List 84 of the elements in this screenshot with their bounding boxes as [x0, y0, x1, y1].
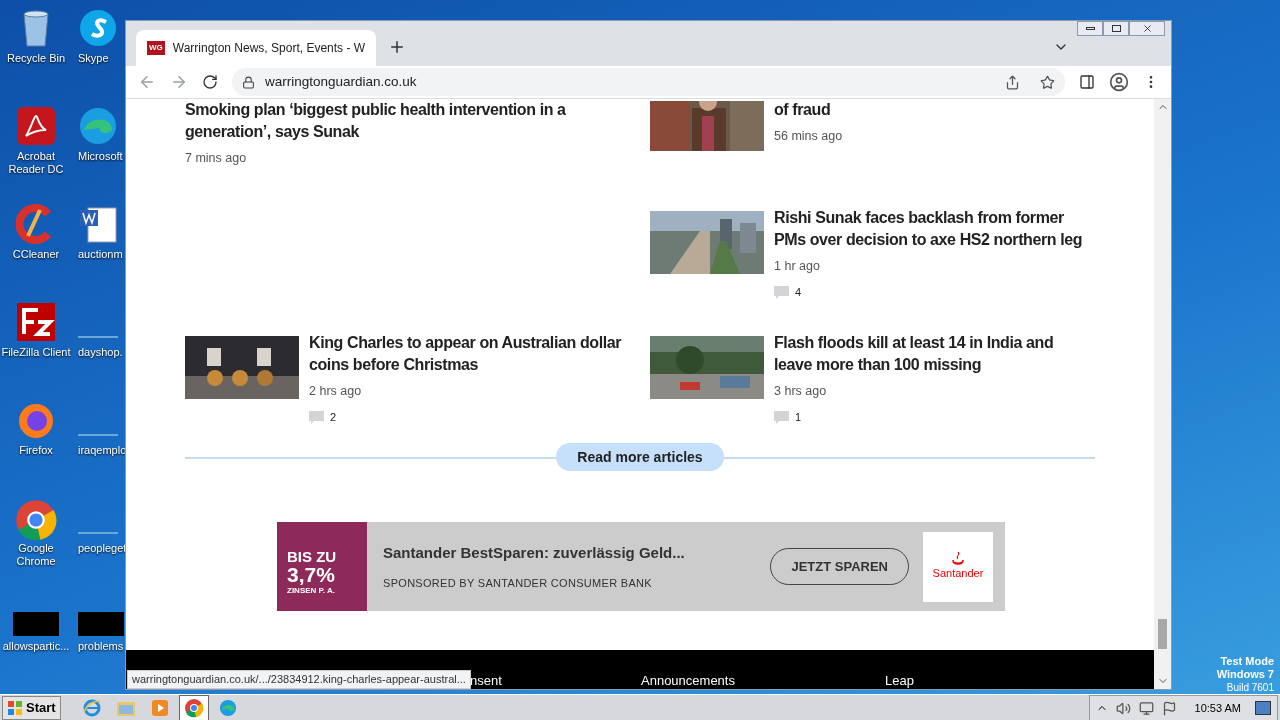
lock-icon — [242, 75, 255, 89]
article-time: 2 hrs ago — [309, 383, 363, 400]
desktop-icon-label[interactable]: Recycle Bin — [1, 52, 71, 65]
link-status-bubble: warringtonguardian.co.uk/.../23834912.king-charles-appear-austral... — [127, 670, 471, 689]
site-favicon: WG — [147, 41, 165, 55]
clock-time[interactable]: 10:53 AM — [1194, 699, 1241, 717]
desktop-icon-label[interactable]: allowspartic... — [1, 640, 71, 653]
filezilla-icon — [16, 302, 56, 342]
ad-image-text: BIS ZU — [287, 548, 338, 564]
flame-icon — [951, 551, 965, 566]
desktop-icon-label[interactable]: dayshop. — [78, 346, 123, 359]
back-icon[interactable] — [138, 73, 156, 91]
reload-icon[interactable] — [202, 74, 218, 90]
comment-count: 2 — [330, 409, 337, 425]
desktop-icon-label[interactable]: Google Chrome — [1, 542, 71, 568]
ad-image-text: 3,7% — [287, 563, 336, 585]
footer-link[interactable]: Announcements — [641, 673, 735, 688]
desktop-icon-label[interactable]: Skype — [78, 52, 109, 65]
media-player-icon — [150, 699, 169, 717]
logo-text: Santander — [932, 566, 984, 582]
scrollbar-thumb[interactable] — [1158, 619, 1167, 649]
desktop-icon-label[interactable]: peopleget — [78, 542, 127, 555]
article-headline[interactable]: of fraud — [774, 99, 843, 121]
windows-version-text: Windows 7 — [1216, 668, 1274, 681]
skype-icon — [78, 8, 118, 48]
article-headline[interactable]: Flash floods kill at least 14 in India and leave more than 100 missing — [774, 332, 1095, 376]
tab-title: Warrington News, Sport, Events - W — [172, 40, 366, 57]
document-icon — [78, 204, 118, 244]
windows-logo-icon — [7, 700, 23, 716]
action-center-flag-icon[interactable] — [1161, 700, 1177, 716]
comment-count: 4 — [795, 284, 802, 300]
bookmark-star-icon[interactable] — [1040, 74, 1055, 90]
comment-icon — [774, 285, 789, 299]
internet-explorer-icon — [81, 698, 102, 718]
network-icon[interactable] — [1138, 700, 1154, 716]
share-icon[interactable] — [1005, 74, 1020, 90]
desktop-icon-label[interactable]: Microsoft — [78, 150, 123, 163]
close-icon — [1141, 23, 1153, 34]
article-headline[interactable]: King Charles to appear on Australian dollar coins before Christmas — [309, 332, 650, 376]
forward-icon[interactable] — [170, 73, 188, 91]
edge-icon — [78, 106, 118, 146]
article-time: 7 mins ago — [185, 150, 248, 167]
desktop-icon-label[interactable]: Firefox — [1, 444, 71, 457]
maximize-button[interactable] — [1103, 21, 1129, 36]
footer-link[interactable]: nsent — [470, 673, 502, 688]
article-headline[interactable]: Smoking plan ‘biggest public health intervention in a generation’, says Sunak — [185, 99, 650, 143]
vertical-scrollbar[interactable] — [1154, 99, 1171, 689]
address-bar[interactable]: warringtonguardian.co.uk — [232, 68, 1065, 96]
new-tab-icon[interactable] — [388, 38, 406, 56]
article-time: 3 hrs ago — [774, 383, 828, 400]
windows-version-text: Test Mode — [1220, 655, 1274, 668]
desktop-icon-label[interactable]: FileZilla Client — [1, 346, 71, 359]
url-text: warringtonguardian.co.uk — [265, 72, 418, 91]
chrome-icon — [183, 698, 204, 718]
comment-icon — [774, 410, 789, 424]
minimize-button[interactable] — [1077, 21, 1103, 36]
chrome-icon — [14, 498, 58, 542]
comment-icon — [309, 410, 324, 424]
desktop-icon-label[interactable]: Acrobat Reader DC — [1, 150, 71, 176]
desktop-icon-label[interactable]: auctionm — [78, 248, 123, 261]
ad-sponsor: SPONSORED BY SANTANDER CONSUMER BANK — [383, 575, 653, 591]
side-panel-icon[interactable] — [1079, 74, 1095, 90]
article-headline[interactable]: Rishi Sunak faces backlash from former PMs over decision to axe HS2 northern leg — [774, 207, 1095, 251]
article-time: 56 mins ago — [774, 128, 843, 145]
comment-count: 1 — [795, 409, 802, 425]
ad-banner[interactable]: BIS ZU 3,7% ZINSEN P. A. Santander BestSparen: zuverlässig Geld... SPONSORED BY SANTANDER CONSUMER BANK JETZT SPAREN Santander — [277, 522, 1005, 611]
read-more-button[interactable]: Read more articles — [556, 443, 724, 471]
article-time: 1 hr ago — [774, 258, 821, 275]
ad-title: Santander BestSparen: zuverlässig Geld... — [383, 543, 686, 563]
footer-link[interactable]: Leap — [885, 673, 914, 688]
profile-icon[interactable] — [1109, 72, 1129, 92]
acrobat-icon — [16, 106, 56, 146]
desktop-icon-label[interactable]: CCleaner — [1, 248, 71, 261]
browser-tab[interactable]: WG Warrington News, Sport, Events - W — [136, 30, 376, 66]
windows-version-text: Build 7601 — [1226, 681, 1274, 694]
show-desktop-button[interactable] — [1255, 701, 1271, 715]
ad-image-text: ZINSEN P. A. — [287, 586, 336, 595]
desktop-icon-label[interactable]: problems — [78, 640, 124, 653]
desktop-icon-label[interactable]: iraqemplo — [78, 444, 127, 457]
edge-icon — [218, 699, 237, 717]
folder-icon — [115, 699, 136, 717]
volume-icon[interactable] — [1115, 700, 1131, 716]
taskbar-app-button[interactable] — [178, 695, 209, 720]
start-button[interactable]: Start — [2, 696, 61, 720]
